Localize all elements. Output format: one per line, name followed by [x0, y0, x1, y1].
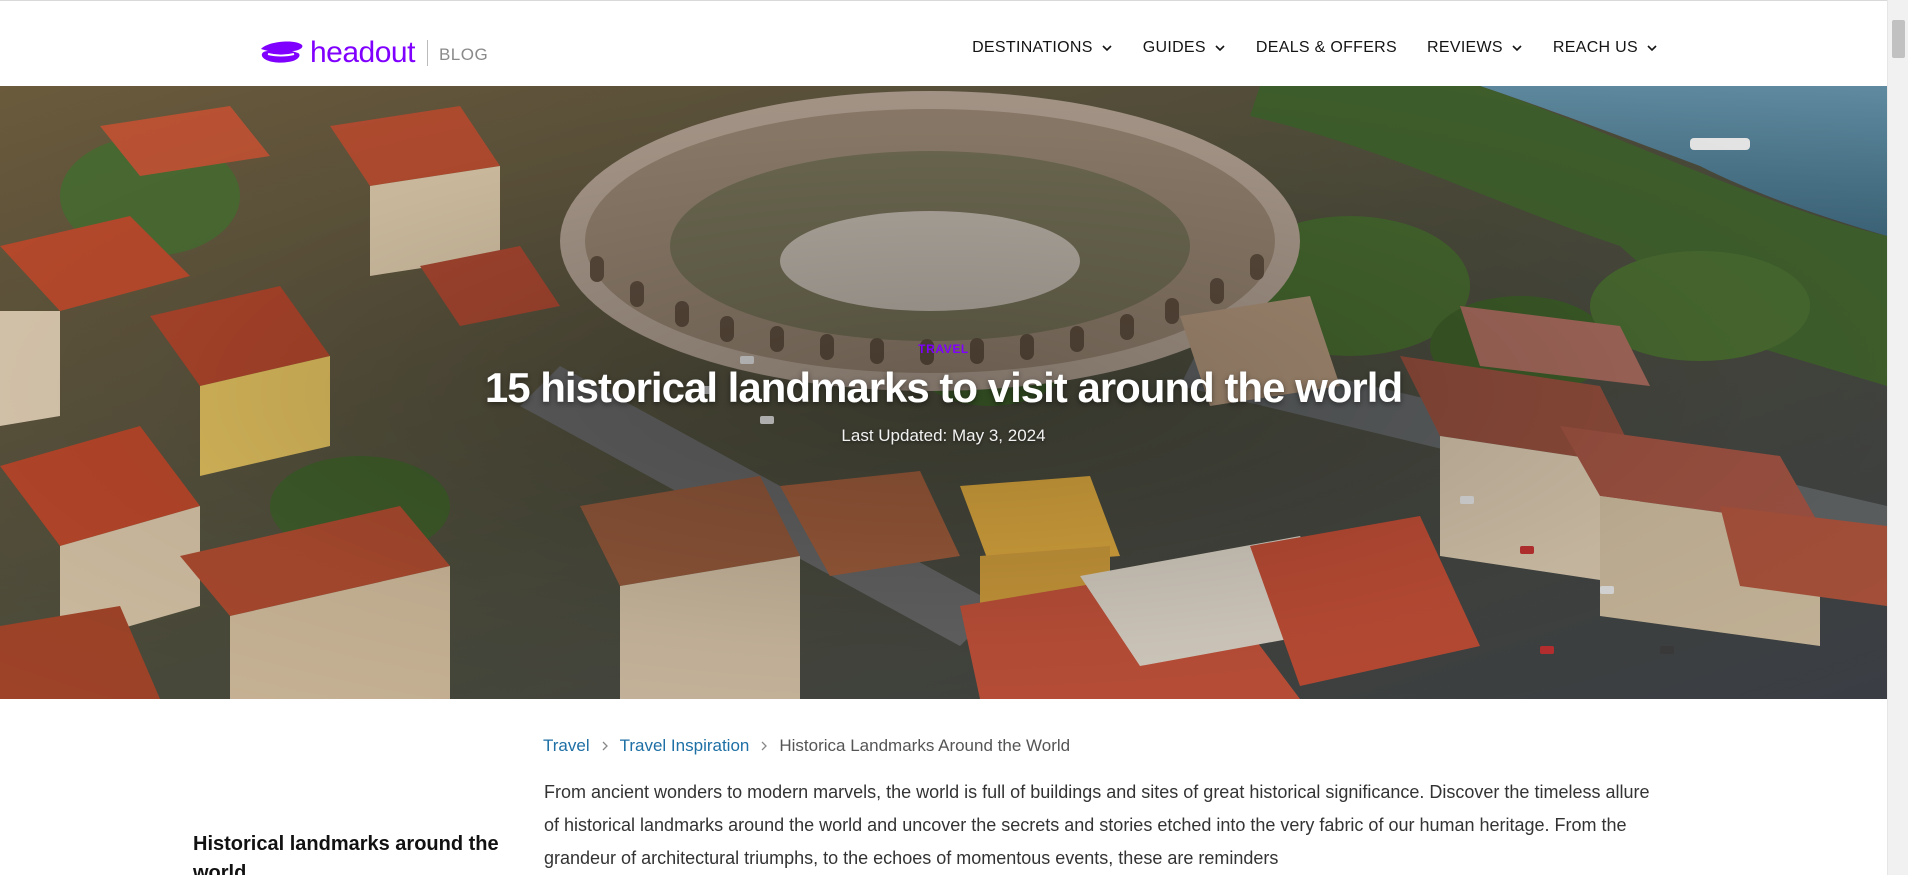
- hero-text: TRAVEL 15 historical landmarks to visit …: [0, 86, 1887, 699]
- hero-category-tag[interactable]: TRAVEL: [0, 342, 1887, 356]
- page: headout BLOG DESTINATIONS GUIDES DEALS &…: [0, 0, 1908, 875]
- toc-title[interactable]: Historical landmarks around the world: [193, 830, 528, 875]
- logo-blog-label: BLOG: [438, 44, 489, 64]
- nav-reach-us-label: REACH US: [1552, 39, 1638, 56]
- page-scrollbar[interactable]: [1887, 0, 1908, 875]
- site-header: headout BLOG DESTINATIONS GUIDES DEALS &…: [0, 0, 1887, 86]
- nav-deals-offers-label: DEALS & OFFERS: [1255, 39, 1398, 56]
- scrollbar-thumb[interactable]: [1892, 20, 1905, 58]
- chevron-right-icon: [602, 741, 608, 751]
- breadcrumb: Travel Travel Inspiration Historica Land…: [543, 736, 1070, 756]
- headout-logo-icon: [261, 41, 303, 63]
- nav-guides[interactable]: GUIDES: [1143, 39, 1226, 57]
- breadcrumb-travel-inspiration[interactable]: Travel Inspiration: [620, 736, 750, 756]
- nav-reach-us[interactable]: REACH US: [1553, 39, 1658, 57]
- last-updated-date: Last Updated: May 3, 2024: [841, 426, 1046, 445]
- nav-guides-label: GUIDES: [1142, 39, 1206, 56]
- article-intro: From ancient wonders to modern marvels, …: [544, 782, 1650, 868]
- nav-deals-offers[interactable]: DEALS & OFFERS: [1256, 39, 1397, 57]
- nav-reviews-label: REVIEWS: [1427, 39, 1503, 56]
- breadcrumb-travel[interactable]: Travel: [543, 736, 590, 756]
- logo-wordmark: headout: [310, 36, 415, 69]
- logo-divider: [426, 40, 428, 66]
- breadcrumb-current: Historica Landmarks Around the World: [779, 736, 1071, 755]
- nav-reviews[interactable]: REVIEWS: [1427, 39, 1523, 57]
- nav-destinations[interactable]: DESTINATIONS: [972, 39, 1113, 57]
- chevron-right-icon: [761, 741, 768, 751]
- nav-destinations-label: DESTINATIONS: [972, 39, 1093, 56]
- article-title: 15 historical landmarks to visit around …: [484, 364, 1403, 411]
- hero-banner: TRAVEL 15 historical landmarks to visit …: [0, 86, 1887, 699]
- chevron-down-icon: [1102, 45, 1112, 52]
- chevron-down-icon: [1512, 45, 1522, 52]
- chevron-down-icon: [1647, 45, 1657, 52]
- chevron-down-icon: [1215, 45, 1225, 52]
- headout-blog-logo[interactable]: headout BLOG: [258, 33, 488, 73]
- main-nav: DESTINATIONS GUIDES DEALS & OFFERS REVIE…: [972, 39, 1658, 57]
